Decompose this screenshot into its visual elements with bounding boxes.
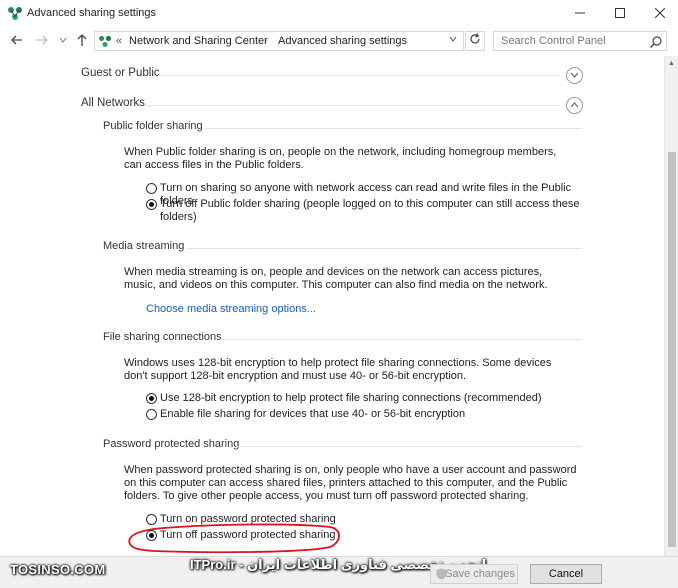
divider: [220, 339, 582, 340]
radio-label[interactable]: Enable file sharing for devices that use…: [160, 408, 465, 421]
address-bar[interactable]: « Network and Sharing Center › Advanced …: [94, 31, 464, 51]
title-bar: Advanced sharing settings: [0, 0, 678, 28]
navigation-bar: « Network and Sharing Center › Advanced …: [0, 28, 678, 56]
shield-icon: [436, 568, 447, 580]
radio-button[interactable]: [146, 183, 157, 194]
radio-label[interactable]: Turn off Public folder sharing (people l…: [160, 198, 580, 224]
maximize-button[interactable]: [598, 0, 642, 26]
forward-arrow-icon: [37, 35, 48, 45]
network-icon: [99, 35, 111, 47]
save-button-label[interactable]: Save changes: [445, 568, 515, 580]
section-password-sharing-title: Password protected sharing: [103, 438, 240, 450]
search-input[interactable]: Search Control Panel: [501, 35, 606, 47]
save-changes-button[interactable]: Save changes: [430, 564, 518, 584]
radio-encryption-40-56[interactable]: Enable file sharing for devices that use…: [146, 408, 586, 422]
minimize-button[interactable]: [558, 0, 602, 26]
chevron-down-icon: [449, 36, 457, 42]
network-app-icon: [8, 7, 22, 20]
search-icon[interactable]: [649, 35, 663, 49]
radio-button[interactable]: [146, 409, 157, 420]
expand-guest-public-button[interactable]: [566, 67, 583, 84]
close-button[interactable]: [638, 0, 678, 26]
back-arrow-icon: [11, 35, 22, 45]
radio-button-selected[interactable]: [146, 393, 157, 404]
radio-button-selected[interactable]: [146, 199, 157, 210]
radio-public-folder-off[interactable]: Turn off Public folder sharing (people l…: [146, 198, 586, 226]
vertical-scrollbar[interactable]: ▲: [664, 56, 678, 560]
divider: [206, 128, 582, 129]
annotation-highlight: [128, 523, 340, 554]
divider: [236, 446, 582, 447]
radio-label[interactable]: Use 128-bit encryption to help protect f…: [160, 392, 542, 405]
public-folder-description: When Public folder sharing is on, people…: [124, 146, 557, 171]
radio-encryption-128[interactable]: Use 128-bit encryption to help protect f…: [146, 392, 586, 406]
breadcrumb-separator[interactable]: ›: [264, 35, 267, 45]
collapse-all-networks-button[interactable]: [566, 97, 583, 114]
media-streaming-options-link[interactable]: Choose media streaming options...: [146, 303, 316, 315]
scroll-up-icon[interactable]: ▲: [668, 60, 675, 67]
bottom-bar: TOSINSO.COM ITPro.ir - انجمن تخصصی فناور…: [0, 556, 678, 588]
divider: [187, 248, 582, 249]
maximize-icon: [615, 8, 625, 18]
watermark-text: TOSINSO.COM: [10, 562, 106, 577]
recent-locations-button[interactable]: [55, 33, 71, 49]
up-button[interactable]: [74, 33, 90, 49]
section-media-streaming-title: Media streaming: [103, 240, 185, 252]
chevron-up-icon: [570, 102, 579, 108]
breadcrumb-advanced-sharing[interactable]: Advanced sharing settings: [278, 35, 407, 47]
divider: [158, 75, 560, 76]
media-streaming-description: When media streaming is on, people and d…: [124, 266, 548, 291]
back-button[interactable]: [9, 33, 25, 49]
divider: [146, 105, 560, 106]
close-icon: [655, 8, 665, 18]
password-sharing-description: When password protected sharing is on, o…: [124, 464, 577, 502]
profile-all-networks-title[interactable]: All Networks: [81, 97, 145, 109]
cancel-button[interactable]: Cancel: [530, 564, 602, 584]
minimize-icon: [575, 12, 585, 14]
section-public-folder-title: Public folder sharing: [103, 120, 203, 132]
breadcrumb-overflow[interactable]: «: [116, 35, 122, 47]
profile-guest-public-title[interactable]: Guest or Public: [81, 67, 160, 79]
refresh-icon: [470, 33, 480, 44]
settings-content: Guest or Public All Networks Public fold…: [0, 56, 664, 560]
chevron-down-icon: [570, 72, 579, 78]
up-arrow-icon: [77, 34, 87, 46]
file-sharing-description: Windows uses 128-bit encryption to help …: [124, 357, 552, 382]
forward-button[interactable]: [34, 33, 50, 49]
scrollbar-thumb[interactable]: [668, 152, 676, 547]
address-dropdown-button[interactable]: [449, 35, 457, 46]
chevron-down-icon: [59, 37, 67, 43]
radio-public-folder-on[interactable]: Turn on sharing so anyone with network a…: [146, 182, 586, 207]
breadcrumb-network-sharing-center[interactable]: Network and Sharing Center: [129, 35, 268, 47]
search-box[interactable]: Search Control Panel: [493, 31, 667, 51]
section-file-sharing-title: File sharing connections: [103, 331, 222, 343]
refresh-button[interactable]: [465, 31, 485, 51]
window-title: Advanced sharing settings: [27, 7, 157, 19]
